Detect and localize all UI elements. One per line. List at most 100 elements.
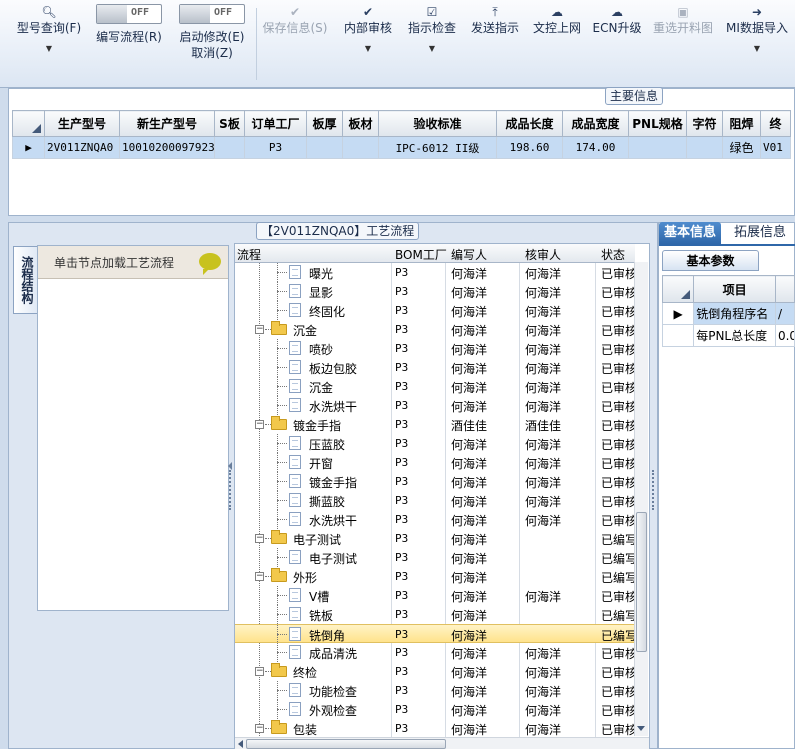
doc-upload-button[interactable]: ☁ 文控上网 <box>528 4 586 84</box>
column-header[interactable]: 成品宽度 <box>562 110 629 137</box>
tree-node-label[interactable]: 电子测试 <box>293 531 341 548</box>
collapse-toggle-icon[interactable]: − <box>255 325 264 334</box>
edit-flow-switch[interactable]: OFF <box>96 4 162 24</box>
tab-extended-info[interactable]: 拓展信息 <box>729 222 791 244</box>
column-header[interactable]: 板厚 <box>306 110 343 137</box>
tree-node-label[interactable]: 曝光 <box>309 265 333 282</box>
tree-row[interactable]: 压蓝胶 P3 何海洋 何海洋 已审核 <box>235 434 635 453</box>
table-cell[interactable] <box>342 136 379 159</box>
auto-modify-toggle[interactable]: OFF 启动修改(E) 取消(Z) <box>172 4 252 84</box>
tab-basic-info[interactable]: 基本信息 <box>659 222 722 244</box>
param-value[interactable]: 0.0 <box>774 324 795 347</box>
vertical-scrollbar[interactable] <box>634 262 648 736</box>
tree-node-label[interactable]: 终检 <box>293 664 317 681</box>
flow-structure-tab[interactable]: 流程结构 <box>13 246 39 314</box>
tree-row[interactable]: − 镀金手指 P3 酒佳佳 酒佳佳 已审核 <box>235 415 635 434</box>
tree-node-label[interactable]: 外观检查 <box>309 702 357 719</box>
table-cell[interactable] <box>214 136 245 159</box>
dropdown-arrow-icon[interactable]: ▼ <box>722 44 792 53</box>
horizontal-scroll-thumb[interactable] <box>246 739 446 749</box>
column-header[interactable]: PNL规格 <box>628 110 687 137</box>
tree-node-label[interactable]: 沉金 <box>309 379 333 396</box>
collapse-toggle-icon[interactable]: − <box>255 724 264 733</box>
collapse-toggle-icon[interactable]: − <box>255 667 264 676</box>
reissue-chart-button[interactable]: ▣ 重选开料图 <box>648 4 718 84</box>
save-info-button[interactable]: ✔ 保存信息(S) <box>258 4 332 84</box>
ecn-upgrade-button[interactable]: ☁ ECN升级 <box>590 4 644 84</box>
column-header[interactable]: 生产型号 <box>44 110 120 137</box>
send-instruction-button[interactable]: ⤒ 发送指示 <box>466 4 524 84</box>
param-value[interactable]: / <box>774 302 795 325</box>
tree-node-label[interactable]: V槽 <box>309 588 329 605</box>
table-cell[interactable] <box>686 136 723 159</box>
column-header[interactable]: 新生产型号 <box>119 110 215 137</box>
tree-row[interactable]: 沉金 P3 何海洋 何海洋 已审核 <box>235 377 635 396</box>
tree-node-label[interactable]: 铣倒角 <box>309 627 345 644</box>
tree-row[interactable]: 电子测试 P3 何海洋 已编写 <box>235 548 635 567</box>
dropdown-arrow-icon[interactable]: ▼ <box>402 44 462 53</box>
tree-column-header[interactable]: 编写人 <box>451 246 487 263</box>
column-header[interactable]: 板材 <box>342 110 379 137</box>
tree-row[interactable]: 水洗烘干 P3 何海洋 何海洋 已审核 <box>235 396 635 415</box>
column-header[interactable]: 验收标准 <box>378 110 497 137</box>
mi-import-button[interactable]: ➜ MI数据导入 ▼ <box>722 4 792 84</box>
tree-node-label[interactable]: 水洗烘干 <box>309 512 357 529</box>
tree-node-label[interactable]: 镀金手指 <box>293 417 341 434</box>
table-row[interactable]: ▶ 2V011ZNQA0 10010200097923 P3 IPC-6012 II级 1… <box>12 136 791 159</box>
table-cell[interactable]: IPC-6012 II级 <box>378 136 497 159</box>
tree-node-label[interactable]: 成品清洗 <box>309 645 357 662</box>
collapse-toggle-icon[interactable]: − <box>255 420 264 429</box>
tree-node-label[interactable]: 沉金 <box>293 322 317 339</box>
vertical-scroll-thumb[interactable] <box>636 512 647 652</box>
tree-row[interactable]: 功能检查 P3 何海洋 何海洋 已审核 <box>235 681 635 700</box>
column-header-item[interactable]: 项目 <box>693 275 776 303</box>
tree-node-label[interactable]: 功能检查 <box>309 683 357 700</box>
tree-row[interactable]: 镀金手指 P3 何海洋 何海洋 已审核 <box>235 472 635 491</box>
tree-column-header[interactable]: BOM工厂 <box>395 246 447 263</box>
model-query-button[interactable]: 🔍︎ 型号查询(F) ▼ <box>10 4 88 84</box>
table-row[interactable]: 每PNL总长度0.0 <box>661 324 795 347</box>
tree-row[interactable]: 曝光 P3 何海洋 何海洋 已审核 <box>235 263 635 282</box>
dropdown-arrow-icon[interactable]: ▼ <box>338 44 398 53</box>
tree-node-label[interactable]: 外形 <box>293 569 317 586</box>
tree-node-label[interactable]: 撕蓝胶 <box>309 493 345 510</box>
tree-row[interactable]: 铣板 P3 何海洋 已编写 <box>235 605 635 624</box>
tree-row[interactable]: 板边包胶 P3 何海洋 何海洋 已审核 <box>235 358 635 377</box>
column-header[interactable]: 终 <box>760 110 791 137</box>
tree-node-label[interactable]: 铣板 <box>309 607 333 624</box>
tree-row[interactable]: 终固化 P3 何海洋 何海洋 已审核 <box>235 301 635 320</box>
tree-row[interactable]: 水洗烘干 P3 何海洋 何海洋 已审核 <box>235 510 635 529</box>
tab-basic-params[interactable]: 基本参数 <box>662 250 759 271</box>
collapse-toggle-icon[interactable]: − <box>255 572 264 581</box>
tree-row[interactable]: V槽 P3 何海洋 何海洋 已审核 <box>235 586 635 605</box>
table-cell[interactable]: P3 <box>244 136 307 159</box>
scroll-down-icon[interactable] <box>637 726 645 731</box>
tree-row[interactable]: 显影 P3 何海洋 何海洋 已审核 <box>235 282 635 301</box>
tree-row[interactable]: − 包装 P3 何海洋 何海洋 已审核 <box>235 719 635 738</box>
table-cell[interactable]: 198.60 <box>496 136 563 159</box>
column-header[interactable]: S板 <box>214 110 245 137</box>
tree-node-label[interactable]: 压蓝胶 <box>309 436 345 453</box>
tree-node-label[interactable]: 终固化 <box>309 303 345 320</box>
tree-row[interactable]: − 电子测试 P3 何海洋 已编写 <box>235 529 635 548</box>
tree-node-label[interactable]: 水洗烘干 <box>309 398 357 415</box>
table-cell[interactable]: 10010200097923 <box>119 136 215 159</box>
tree-row[interactable]: 铣倒角 P3 何海洋 已编写 <box>235 624 635 644</box>
table-row[interactable]: ▶ 铣倒角程序名 / <box>661 302 795 325</box>
table-cell[interactable]: 绿色 <box>722 136 761 159</box>
tree-row[interactable]: 开窗 P3 何海洋 何海洋 已审核 <box>235 453 635 472</box>
tree-node-label[interactable]: 显影 <box>309 284 333 301</box>
dropdown-arrow-icon[interactable]: ▼ <box>10 44 88 53</box>
auto-modify-switch[interactable]: OFF <box>179 4 245 24</box>
tree-row[interactable]: − 沉金 P3 何海洋 何海洋 已审核 <box>235 320 635 339</box>
edit-flow-toggle[interactable]: OFF 编写流程(R) <box>90 4 168 84</box>
tree-node-label[interactable]: 镀金手指 <box>309 474 357 491</box>
column-header[interactable]: 订单工厂 <box>244 110 307 137</box>
tree-node-label[interactable]: 开窗 <box>309 455 333 472</box>
tree-node-label[interactable]: 喷砂 <box>309 341 333 358</box>
tree-node-label[interactable]: 板边包胶 <box>309 360 357 377</box>
internal-review-button[interactable]: ✔ 内部审核 ▼ <box>338 4 398 84</box>
column-header[interactable]: 成品长度 <box>496 110 563 137</box>
cancel-modify-button[interactable]: 取消(Z) <box>172 45 252 61</box>
tree-row[interactable]: 喷砂 P3 何海洋 何海洋 已审核 <box>235 339 635 358</box>
